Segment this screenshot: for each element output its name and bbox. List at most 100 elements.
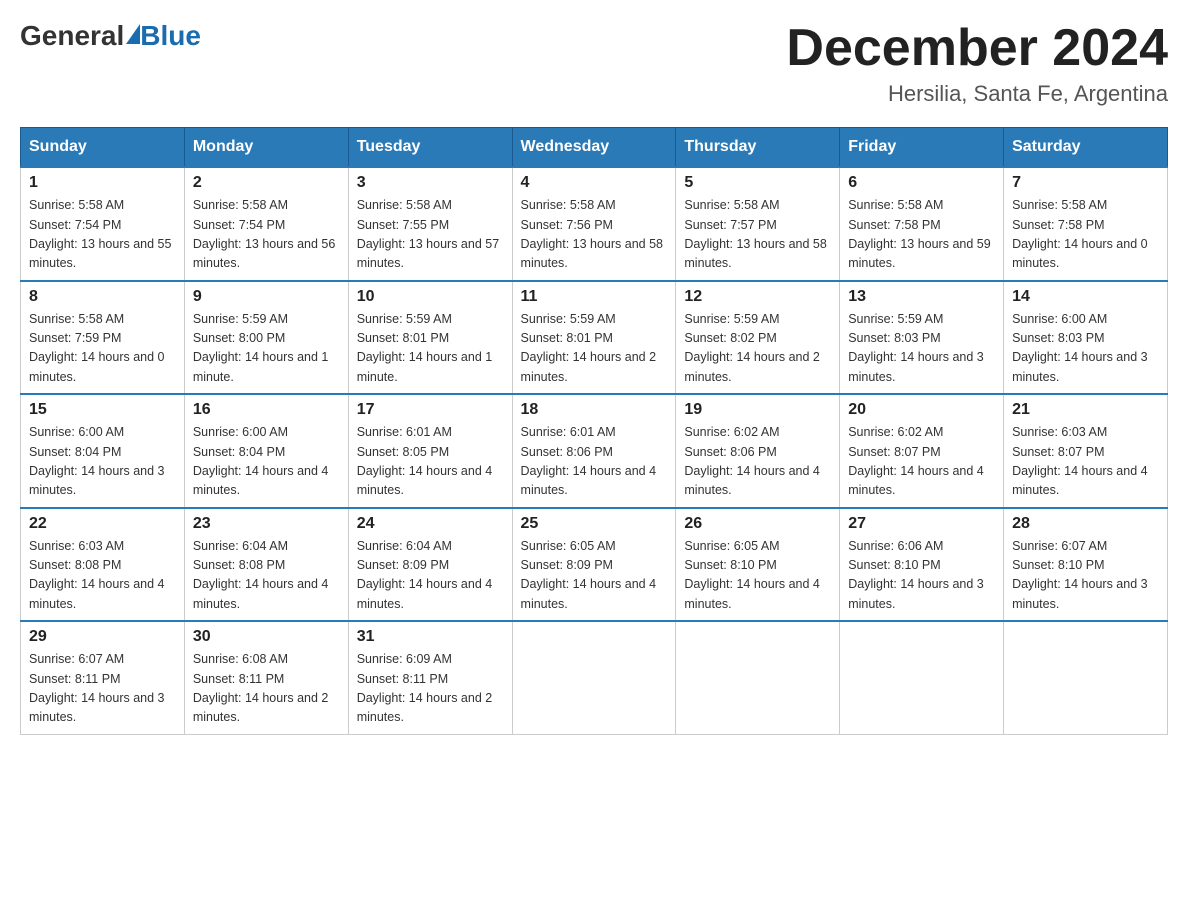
day-number: 23	[193, 515, 340, 533]
day-cell: 7 Sunrise: 5:58 AM Sunset: 7:58 PM Dayli…	[1004, 167, 1168, 281]
day-cell: 12 Sunrise: 5:59 AM Sunset: 8:02 PM Dayl…	[676, 281, 840, 395]
day-cell: 10 Sunrise: 5:59 AM Sunset: 8:01 PM Dayl…	[348, 281, 512, 395]
day-cell: 27 Sunrise: 6:06 AM Sunset: 8:10 PM Dayl…	[840, 508, 1004, 622]
day-cell: 1 Sunrise: 5:58 AM Sunset: 7:54 PM Dayli…	[21, 167, 185, 281]
day-number: 1	[29, 174, 176, 192]
header-row: Sunday Monday Tuesday Wednesday Thursday…	[21, 128, 1168, 168]
day-cell: 14 Sunrise: 6:00 AM Sunset: 8:03 PM Dayl…	[1004, 281, 1168, 395]
page-header: General Blue December 2024 Hersilia, San…	[20, 20, 1168, 107]
day-number: 11	[521, 288, 668, 306]
day-cell: 9 Sunrise: 5:59 AM Sunset: 8:00 PM Dayli…	[184, 281, 348, 395]
logo: General Blue	[20, 20, 201, 52]
day-info: Sunrise: 5:58 AM Sunset: 7:58 PM Dayligh…	[1012, 196, 1159, 274]
day-number: 4	[521, 174, 668, 192]
day-info: Sunrise: 6:00 AM Sunset: 8:03 PM Dayligh…	[1012, 310, 1159, 388]
week-row-5: 29 Sunrise: 6:07 AM Sunset: 8:11 PM Dayl…	[21, 621, 1168, 734]
day-cell	[676, 621, 840, 734]
day-info: Sunrise: 6:03 AM Sunset: 8:08 PM Dayligh…	[29, 537, 176, 615]
day-number: 27	[848, 515, 995, 533]
week-row-2: 8 Sunrise: 5:58 AM Sunset: 7:59 PM Dayli…	[21, 281, 1168, 395]
day-cell: 17 Sunrise: 6:01 AM Sunset: 8:05 PM Dayl…	[348, 394, 512, 508]
day-cell: 11 Sunrise: 5:59 AM Sunset: 8:01 PM Dayl…	[512, 281, 676, 395]
day-cell: 15 Sunrise: 6:00 AM Sunset: 8:04 PM Dayl…	[21, 394, 185, 508]
day-info: Sunrise: 5:59 AM Sunset: 8:00 PM Dayligh…	[193, 310, 340, 388]
day-info: Sunrise: 6:01 AM Sunset: 8:05 PM Dayligh…	[357, 423, 504, 501]
header-thursday: Thursday	[676, 128, 840, 168]
day-info: Sunrise: 6:07 AM Sunset: 8:10 PM Dayligh…	[1012, 537, 1159, 615]
day-cell: 3 Sunrise: 5:58 AM Sunset: 7:55 PM Dayli…	[348, 167, 512, 281]
week-row-1: 1 Sunrise: 5:58 AM Sunset: 7:54 PM Dayli…	[21, 167, 1168, 281]
day-number: 31	[357, 628, 504, 646]
day-cell	[512, 621, 676, 734]
day-cell: 22 Sunrise: 6:03 AM Sunset: 8:08 PM Dayl…	[21, 508, 185, 622]
day-number: 8	[29, 288, 176, 306]
day-cell: 28 Sunrise: 6:07 AM Sunset: 8:10 PM Dayl…	[1004, 508, 1168, 622]
day-number: 18	[521, 401, 668, 419]
day-info: Sunrise: 6:06 AM Sunset: 8:10 PM Dayligh…	[848, 537, 995, 615]
header-tuesday: Tuesday	[348, 128, 512, 168]
day-info: Sunrise: 6:04 AM Sunset: 8:09 PM Dayligh…	[357, 537, 504, 615]
day-info: Sunrise: 6:05 AM Sunset: 8:09 PM Dayligh…	[521, 537, 668, 615]
day-number: 14	[1012, 288, 1159, 306]
day-info: Sunrise: 5:59 AM Sunset: 8:02 PM Dayligh…	[684, 310, 831, 388]
day-info: Sunrise: 6:05 AM Sunset: 8:10 PM Dayligh…	[684, 537, 831, 615]
day-cell: 4 Sunrise: 5:58 AM Sunset: 7:56 PM Dayli…	[512, 167, 676, 281]
day-number: 26	[684, 515, 831, 533]
day-cell	[1004, 621, 1168, 734]
day-info: Sunrise: 6:00 AM Sunset: 8:04 PM Dayligh…	[29, 423, 176, 501]
day-info: Sunrise: 6:02 AM Sunset: 8:07 PM Dayligh…	[848, 423, 995, 501]
day-number: 16	[193, 401, 340, 419]
day-info: Sunrise: 6:07 AM Sunset: 8:11 PM Dayligh…	[29, 650, 176, 728]
location-subtitle: Hersilia, Santa Fe, Argentina	[786, 81, 1168, 107]
logo-text: General Blue	[20, 20, 201, 52]
day-cell: 24 Sunrise: 6:04 AM Sunset: 8:09 PM Dayl…	[348, 508, 512, 622]
day-number: 10	[357, 288, 504, 306]
day-number: 5	[684, 174, 831, 192]
day-number: 30	[193, 628, 340, 646]
day-cell: 29 Sunrise: 6:07 AM Sunset: 8:11 PM Dayl…	[21, 621, 185, 734]
day-number: 15	[29, 401, 176, 419]
day-cell: 8 Sunrise: 5:58 AM Sunset: 7:59 PM Dayli…	[21, 281, 185, 395]
header-friday: Friday	[840, 128, 1004, 168]
day-number: 25	[521, 515, 668, 533]
day-cell: 5 Sunrise: 5:58 AM Sunset: 7:57 PM Dayli…	[676, 167, 840, 281]
day-info: Sunrise: 5:58 AM Sunset: 7:59 PM Dayligh…	[29, 310, 176, 388]
day-info: Sunrise: 5:58 AM Sunset: 7:57 PM Dayligh…	[684, 196, 831, 274]
logo-blue-part: Blue	[124, 20, 201, 52]
day-info: Sunrise: 6:08 AM Sunset: 8:11 PM Dayligh…	[193, 650, 340, 728]
day-cell: 25 Sunrise: 6:05 AM Sunset: 8:09 PM Dayl…	[512, 508, 676, 622]
week-row-3: 15 Sunrise: 6:00 AM Sunset: 8:04 PM Dayl…	[21, 394, 1168, 508]
logo-general: General	[20, 20, 124, 52]
week-row-4: 22 Sunrise: 6:03 AM Sunset: 8:08 PM Dayl…	[21, 508, 1168, 622]
month-title: December 2024	[786, 20, 1168, 77]
day-number: 17	[357, 401, 504, 419]
day-number: 6	[848, 174, 995, 192]
day-number: 3	[357, 174, 504, 192]
day-number: 19	[684, 401, 831, 419]
header-wednesday: Wednesday	[512, 128, 676, 168]
day-number: 28	[1012, 515, 1159, 533]
day-info: Sunrise: 5:58 AM Sunset: 7:54 PM Dayligh…	[29, 196, 176, 274]
day-cell	[840, 621, 1004, 734]
day-number: 20	[848, 401, 995, 419]
header-saturday: Saturday	[1004, 128, 1168, 168]
title-section: December 2024 Hersilia, Santa Fe, Argent…	[786, 20, 1168, 107]
day-cell: 26 Sunrise: 6:05 AM Sunset: 8:10 PM Dayl…	[676, 508, 840, 622]
day-number: 9	[193, 288, 340, 306]
day-cell: 20 Sunrise: 6:02 AM Sunset: 8:07 PM Dayl…	[840, 394, 1004, 508]
day-info: Sunrise: 6:09 AM Sunset: 8:11 PM Dayligh…	[357, 650, 504, 728]
day-number: 2	[193, 174, 340, 192]
day-number: 24	[357, 515, 504, 533]
day-info: Sunrise: 5:58 AM Sunset: 7:54 PM Dayligh…	[193, 196, 340, 274]
day-info: Sunrise: 5:59 AM Sunset: 8:03 PM Dayligh…	[848, 310, 995, 388]
day-info: Sunrise: 6:03 AM Sunset: 8:07 PM Dayligh…	[1012, 423, 1159, 501]
day-cell: 16 Sunrise: 6:00 AM Sunset: 8:04 PM Dayl…	[184, 394, 348, 508]
day-cell: 6 Sunrise: 5:58 AM Sunset: 7:58 PM Dayli…	[840, 167, 1004, 281]
day-info: Sunrise: 6:04 AM Sunset: 8:08 PM Dayligh…	[193, 537, 340, 615]
day-number: 7	[1012, 174, 1159, 192]
day-cell: 31 Sunrise: 6:09 AM Sunset: 8:11 PM Dayl…	[348, 621, 512, 734]
header-monday: Monday	[184, 128, 348, 168]
day-number: 12	[684, 288, 831, 306]
day-info: Sunrise: 6:00 AM Sunset: 8:04 PM Dayligh…	[193, 423, 340, 501]
logo-blue-text: Blue	[140, 20, 201, 52]
